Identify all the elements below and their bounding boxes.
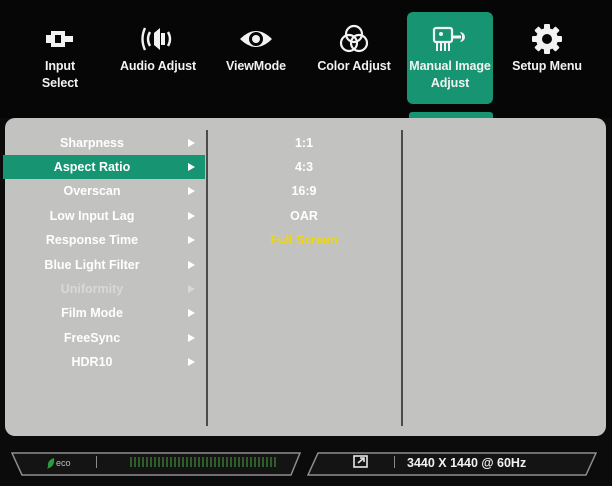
tab-color-adjust[interactable]: Color Adjust <box>311 12 397 104</box>
resolution-readout: 3440 X 1440 @ 60Hz <box>407 456 527 470</box>
menu-item-hdr10[interactable]: HDR10 <box>3 350 205 374</box>
tab-setup-menu-label: Setup Menu <box>512 59 582 73</box>
menu-item-label: Blue Light Filter <box>44 258 140 272</box>
option-oar[interactable]: OAR <box>207 204 401 228</box>
menu-item-label: Sharpness <box>60 136 124 150</box>
eco-indicator: eco <box>47 454 71 472</box>
eco-label: eco <box>56 458 71 468</box>
menu-item-label: Aspect Ratio <box>53 160 131 174</box>
tab-manual-image-adjust-label-2: Adjust <box>430 76 470 90</box>
tab-manual-image-adjust-label: Manual Image <box>409 59 491 73</box>
tab-viewmode-label: ViewMode <box>225 59 287 73</box>
menu-item-freesync[interactable]: FreeSync <box>3 326 205 350</box>
eye-icon <box>213 22 299 56</box>
tab-input-select-label: Input <box>44 59 76 73</box>
menu-item-aspect-ratio[interactable]: Aspect Ratio <box>3 155 205 179</box>
tab-viewmode[interactable]: ViewMode <box>213 12 299 104</box>
menu-item-label: HDR10 <box>71 355 113 369</box>
top-menu-bar: Input Select Audio Adjust ViewMode Color… <box>0 0 612 120</box>
input-source-icon <box>353 455 368 468</box>
menu-item-film-mode[interactable]: Film Mode <box>3 301 205 325</box>
arrow-right-icon <box>188 285 195 293</box>
arrow-right-icon <box>188 358 195 366</box>
tab-color-adjust-label: Color Adjust <box>317 59 391 73</box>
arrow-right-icon <box>188 163 195 171</box>
tab-input-select[interactable]: Input Select <box>17 12 103 104</box>
arrow-right-icon <box>188 212 195 220</box>
color-circles-icon <box>311 22 397 56</box>
option-full-screen[interactable]: Full Screen <box>207 228 401 252</box>
status-separator <box>394 456 395 468</box>
arrow-right-icon <box>188 187 195 195</box>
arrow-right-icon <box>188 139 195 147</box>
menu-item-label: FreeSync <box>63 331 121 345</box>
arrow-right-icon <box>188 309 195 317</box>
speaker-icon <box>115 22 201 56</box>
menu-item-blue-light-filter[interactable]: Blue Light Filter <box>3 253 205 277</box>
image-wrench-icon <box>407 22 493 56</box>
status-bar: eco 3440 X 1440 @ 60Hz <box>0 440 612 486</box>
option-4-3[interactable]: 4:3 <box>207 155 401 179</box>
option-1-1[interactable]: 1:1 <box>207 131 401 155</box>
menu-item-uniformity: Uniformity <box>3 277 205 301</box>
menu-item-label: Film Mode <box>61 306 123 320</box>
menu-item-overscan[interactable]: Overscan <box>3 179 205 203</box>
menu-item-sharpness[interactable]: Sharpness <box>3 131 205 155</box>
tab-manual-image-adjust[interactable]: Manual Image Adjust <box>407 12 493 104</box>
arrow-right-icon <box>188 261 195 269</box>
menu-item-label: Overscan <box>63 184 121 198</box>
option-16-9[interactable]: 16:9 <box>207 179 401 203</box>
tab-audio-adjust-label: Audio Adjust <box>119 59 197 73</box>
column-divider <box>401 130 403 426</box>
arrow-right-icon <box>188 334 195 342</box>
arrow-right-icon <box>188 236 195 244</box>
tab-setup-menu[interactable]: Setup Menu <box>504 12 590 104</box>
eco-meter <box>130 457 278 467</box>
menu-item-label: Response Time <box>45 233 139 247</box>
gear-icon <box>504 22 590 56</box>
menu-item-low-input-lag[interactable]: Low Input Lag <box>3 204 205 228</box>
tab-audio-adjust[interactable]: Audio Adjust <box>115 12 201 104</box>
menu-item-label: Uniformity <box>60 282 124 296</box>
tab-input-select-label-2: Select <box>41 76 79 90</box>
input-select-icon <box>17 22 103 56</box>
leaf-icon <box>47 457 55 469</box>
menu-item-label: Low Input Lag <box>49 209 135 223</box>
status-separator <box>96 456 97 468</box>
menu-item-response-time[interactable]: Response Time <box>3 228 205 252</box>
